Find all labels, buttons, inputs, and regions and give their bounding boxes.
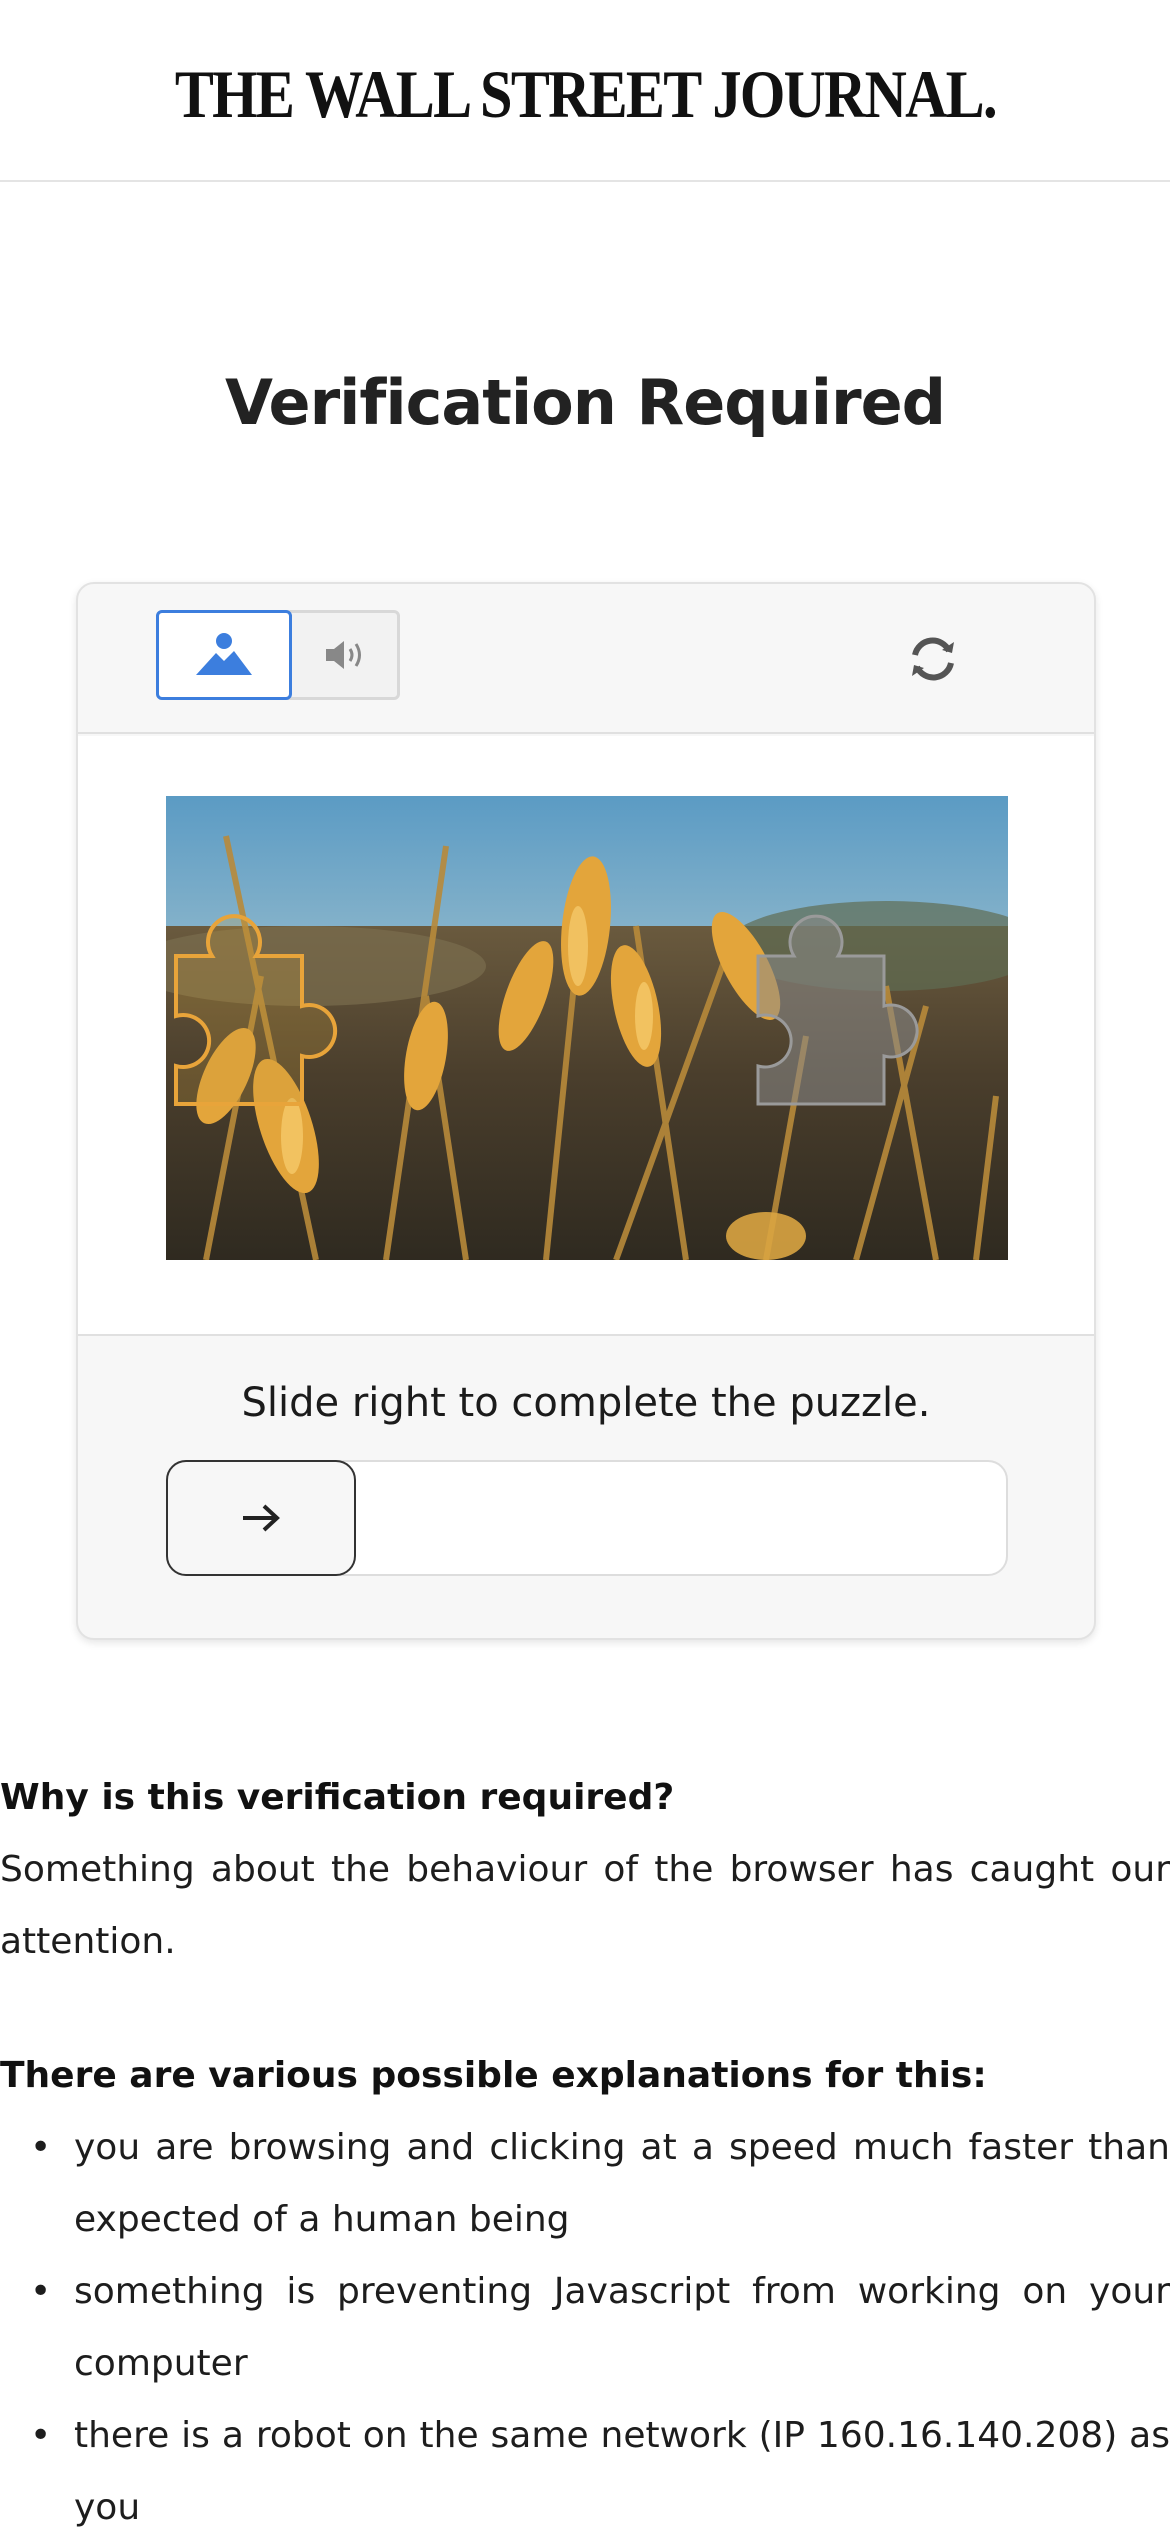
captcha-header	[78, 584, 1094, 734]
slider-handle[interactable]	[166, 1460, 356, 1576]
explanations-list: • you are browsing and clicking at a spee…	[0, 2112, 1170, 2532]
audio-challenge-button[interactable]	[292, 613, 400, 697]
question-text: Something about the behaviour of the bro…	[0, 1849, 1170, 1962]
slider-instruction: Slide right to complete the puzzle.	[241, 1380, 931, 1426]
wsj-logo[interactable]: THE WALL STREET JOURNAL.	[174, 47, 997, 134]
captcha-widget: Slide right to complete the puzzle.	[76, 582, 1096, 1640]
challenge-mode-toggle	[156, 610, 400, 700]
list-item: • there is a robot on the same network (I…	[30, 2415, 1170, 2528]
speaker-icon	[326, 641, 361, 669]
image-icon	[196, 633, 252, 675]
page-title: Verification Required	[224, 366, 946, 439]
question-heading: Why is this verification required?	[0, 1777, 675, 1818]
list-item-text: there is a robot on the same network (IP…	[74, 2415, 1170, 2528]
captcha-footer: Slide right to complete the puzzle.	[78, 1338, 1094, 1638]
puzzle-image	[166, 796, 1008, 1260]
list-item-text: you are browsing and clicking at a speed…	[74, 2127, 1170, 2240]
arrow-right-icon	[243, 1504, 280, 1532]
verification-info: Why is this verification required? Somet…	[0, 1762, 1170, 2532]
captcha-body	[78, 736, 1094, 1336]
masthead: THE WALL STREET JOURNAL.	[0, 0, 1170, 182]
slider-track[interactable]	[166, 1460, 1008, 1576]
list-item-text: something is preventing Javascript from …	[74, 2271, 1170, 2384]
visual-challenge-button[interactable]	[156, 610, 292, 700]
refresh-icon	[912, 637, 954, 681]
explanations-heading: There are various possible explanations …	[0, 2055, 987, 2096]
refresh-button[interactable]	[898, 624, 968, 694]
list-item: • something is preventing Javascript from…	[30, 2271, 1170, 2384]
list-item: • you are browsing and clicking at a spee…	[30, 2127, 1170, 2240]
